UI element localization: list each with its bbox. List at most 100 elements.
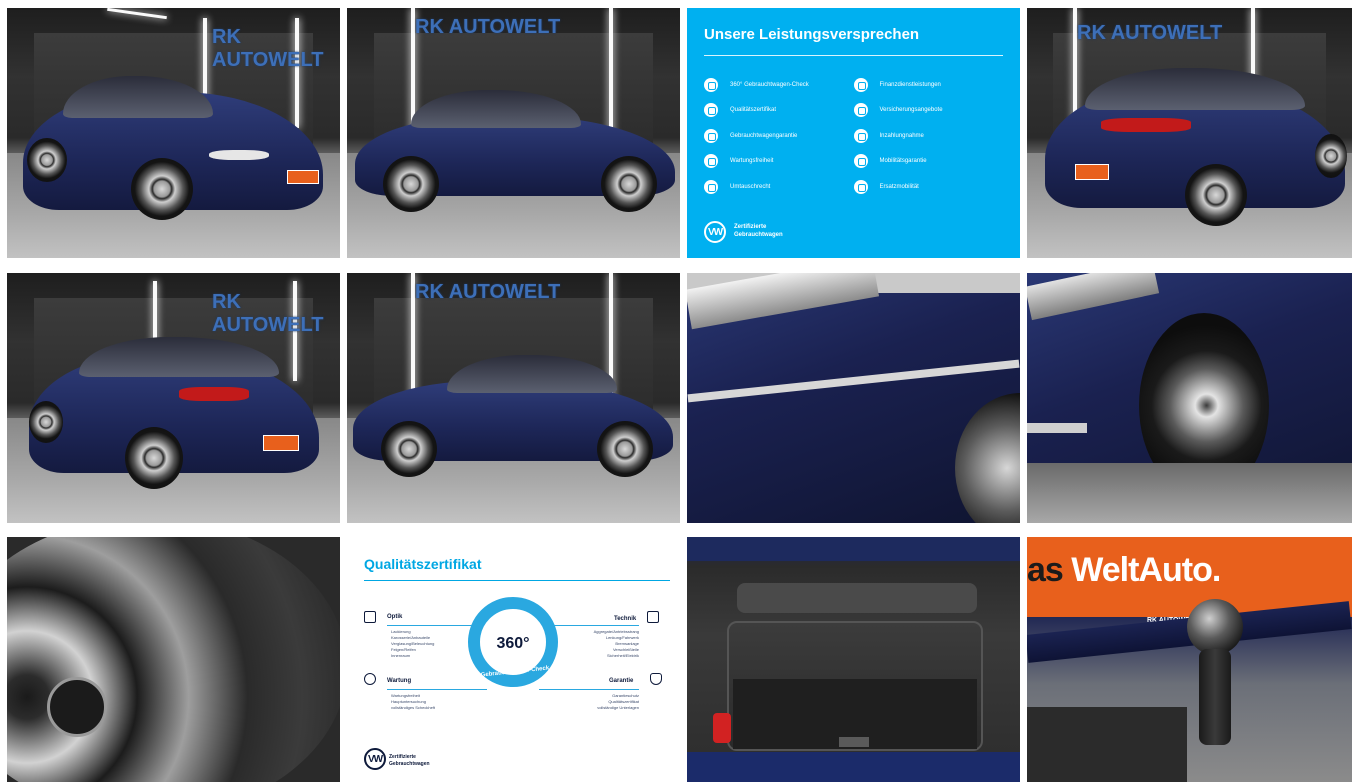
vw-logo-text: VW	[367, 753, 383, 765]
photo-rear-left-view[interactable]: RK AUTOWELT	[7, 273, 340, 523]
dealer-logo: RK AUTOWELT	[415, 281, 560, 304]
service-promises-card[interactable]: Unsere Leistungsversprechen 360° Gebrauc…	[687, 8, 1020, 258]
quality-certificate-card[interactable]: Qualitätszertifikat Optik Lackierung Kar…	[347, 537, 680, 782]
photo-tow-hitch[interactable]: as WeltAuto. RK AUTOWELT	[1027, 537, 1352, 782]
chrome-strip	[1027, 423, 1087, 433]
section-garantie: Garantie	[609, 678, 634, 684]
divider	[704, 55, 1003, 56]
wrench-icon	[704, 154, 718, 169]
car	[23, 70, 323, 230]
promise-item: 360° Gebrauchtwagen-Check	[704, 72, 854, 98]
rim	[7, 537, 340, 782]
section-line	[539, 689, 639, 690]
garantie-list: Garantieschutz Qualitätszertifikat volls…	[543, 693, 639, 711]
license-plate	[287, 170, 319, 184]
car	[353, 351, 673, 481]
certificate-icon	[704, 103, 718, 118]
chrome-strip	[687, 359, 1020, 403]
promise-item: Qualitätszertifikat	[704, 98, 854, 124]
section-wartung: Wartung	[387, 678, 412, 684]
photo-right-side-view[interactable]: RK AUTOWELT	[347, 8, 680, 258]
car-check-icon	[647, 611, 659, 623]
vw-logo-text: VW	[707, 226, 723, 238]
shield-icon	[704, 128, 718, 143]
photo-front-wheel-closeup[interactable]	[1027, 273, 1352, 523]
promise-item: Wartungsfreiheit	[704, 149, 854, 175]
promise-label: Finanzdienstleistungen	[879, 81, 941, 88]
headlight	[209, 150, 269, 160]
car	[29, 331, 319, 496]
exchange-icon	[704, 179, 718, 194]
license-plate	[263, 435, 299, 451]
promise-label: Inzahlungnahme	[879, 132, 924, 139]
dealer-logo-text: RK AUTOWELT	[212, 26, 324, 71]
promise-item: Mobilitätsgarantie	[853, 149, 1004, 175]
list-item: Innenraum	[391, 653, 411, 658]
section-optik: Optik	[387, 614, 403, 620]
check-icon	[704, 77, 718, 92]
footer-line: Gebrauchtwagen	[734, 232, 783, 238]
wheel	[131, 158, 193, 220]
promise-label: Mobilitätsgarantie	[879, 158, 927, 165]
promise-label: 360° Gebrauchtwagen-Check	[730, 81, 809, 88]
vw-logo-icon: VW	[704, 221, 726, 243]
section-technik: Technik	[614, 616, 637, 622]
check-360-label: 360°	[496, 635, 530, 652]
car	[1045, 64, 1347, 234]
photo-trunk[interactable]	[687, 537, 1020, 782]
card-footer: Zertifizierte Gebrauchtwagen	[734, 223, 783, 239]
banner-text: Auto.	[1138, 551, 1221, 589]
dealer-logo-text: RK AUTOWELT	[1077, 22, 1223, 44]
wheel	[381, 421, 437, 477]
photo-rim-closeup[interactable]	[7, 537, 340, 782]
license-plate	[1075, 164, 1109, 180]
tow-bar	[1199, 649, 1231, 745]
promise-item: Finanzdienstleistungen	[853, 72, 1004, 98]
photo-headlight-closeup[interactable]	[687, 273, 1020, 523]
dealer-logo: RK AUTOWELT	[212, 26, 340, 72]
promise-label: Ersatzmobilität	[879, 183, 919, 190]
photo-front-left-view[interactable]: RK AUTOWELT	[7, 8, 340, 258]
promise-item: Inzahlungnahme	[853, 123, 1004, 149]
photo-rear-right-view[interactable]: RK AUTOWELT	[1027, 8, 1352, 258]
wheel	[29, 401, 63, 443]
wheel	[125, 427, 183, 489]
taillight	[1101, 118, 1191, 132]
card-title: Qualitätszertifikat	[364, 556, 482, 572]
list-item: Sicherheit/Elektrik	[606, 653, 639, 658]
promise-column-right: Finanzdienstleistungen Versicherungsange…	[853, 72, 1004, 200]
promise-item: Gebrauchtwagengarantie	[704, 123, 854, 149]
dealer-logo-text: RK AUTOWELT	[415, 281, 561, 303]
tow-ball	[1187, 599, 1243, 655]
promise-label: Gebrauchtwagengarantie	[730, 132, 798, 139]
divider	[364, 580, 670, 581]
list-item: vollständiges Scheckheft	[391, 705, 436, 710]
umbrella-icon	[853, 103, 868, 118]
promise-label: Umtauschrecht	[730, 183, 771, 190]
dealer-logo: RK AUTOWELT	[415, 16, 560, 39]
maintenance-icon	[364, 673, 376, 685]
dealer-logo-text: RK AUTOWELT	[212, 291, 324, 336]
promise-item: Ersatzmobilität	[853, 174, 1004, 200]
banner-text: Welt	[1071, 551, 1139, 589]
pavement	[1027, 463, 1352, 523]
wartung-list: Wartungsfreiheit Hauptuntersuchung volls…	[391, 693, 435, 711]
promise-item: Umtauschrecht	[704, 174, 854, 200]
key-icon	[853, 128, 868, 143]
vw-hub-icon	[47, 677, 107, 737]
car-window	[79, 337, 279, 377]
wheel	[383, 156, 439, 212]
footer-line: Gebrauchtwagen	[389, 761, 430, 767]
wheel	[27, 138, 67, 182]
dealer-logo-text: RK AUTOWELT	[415, 16, 561, 38]
car-window	[63, 76, 213, 118]
car	[355, 88, 675, 218]
wheel	[1185, 164, 1247, 226]
promise-column-left: 360° Gebrauchtwagen-Check Qualitätszerti…	[704, 72, 854, 200]
banner-text: as	[1027, 551, 1072, 589]
photo-left-side-view[interactable]: RK AUTOWELT	[347, 273, 680, 523]
trunk-latch	[839, 737, 869, 747]
list-item: vollständige Unterlagen	[597, 705, 639, 710]
wheel	[955, 393, 1020, 523]
optik-list: Lackierung Karosserie/Anbauteile Verglas…	[391, 629, 434, 659]
